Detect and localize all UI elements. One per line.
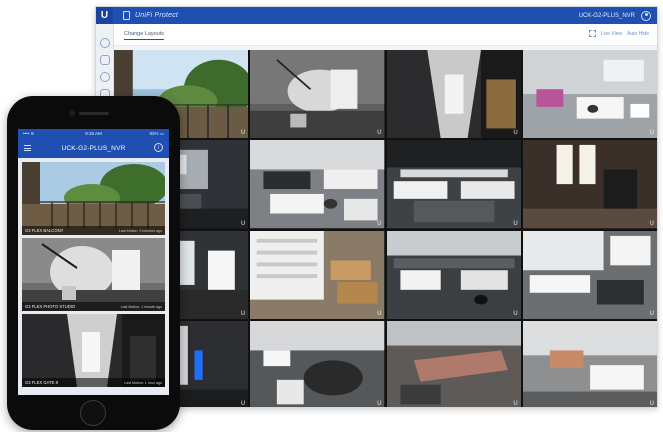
camera-mark: U [240, 310, 246, 317]
camera-mark: U [513, 220, 518, 227]
camera-feed[interactable]: U [386, 320, 521, 407]
last-motion: Last Motion: 1 hour ago [124, 380, 162, 385]
mobile-phone: •••• ≋ 9:16 AM 82% ▭ UCK-G2-PLUS_NVR i G… [7, 96, 180, 430]
status-bar: •••• ≋ 9:16 AM 82% ▭ [18, 129, 169, 138]
dashboard-icon[interactable] [100, 38, 110, 48]
fullscreen-icon[interactable] [588, 30, 596, 37]
last-motion: Last Motion: 3 minutes ago [118, 228, 162, 233]
camera-feed[interactable]: U [386, 140, 521, 229]
camera-preview [22, 238, 165, 311]
camera-feed[interactable]: U [250, 50, 385, 139]
camera-mark: U [649, 310, 654, 317]
camera-mark: U [377, 220, 382, 227]
camera-mark: U [377, 130, 382, 137]
camera-name: G3 FLEX GATE 8 [25, 380, 58, 385]
camera-caption: G3 FLEX PHOTO STUDIO Last Motion: 1 minu… [22, 302, 165, 311]
camera-mark: U [513, 130, 518, 137]
camera-icon[interactable] [100, 55, 110, 65]
info-icon[interactable]: i [154, 143, 163, 152]
phone-screen: •••• ≋ 9:16 AM 82% ▭ UCK-G2-PLUS_NVR i G… [18, 129, 169, 395]
camera-card[interactable]: G3 FLEX BALCONY Last Motion: 3 minutes a… [22, 162, 165, 235]
unifi-logo[interactable]: U [96, 7, 113, 24]
camera-caption: G3 FLEX GATE 8 Last Motion: 1 hour ago [22, 378, 165, 387]
app-title: UniFi Protect [135, 12, 179, 19]
camera-preview [22, 314, 165, 387]
app-header: UCK-G2-PLUS_NVR i [18, 138, 169, 158]
camera-card[interactable]: G3 FLEX GATE 8 Last Motion: 1 hour ago [22, 314, 165, 387]
camera-mark: U [240, 130, 246, 137]
camera-feed[interactable]: U [250, 320, 385, 407]
camera-feed[interactable]: U [522, 320, 657, 407]
camera-feed[interactable]: U [250, 140, 385, 229]
camera-grid: U U U U U U U U U U U U U U U U [114, 50, 657, 407]
camera-feed[interactable]: U [386, 230, 521, 319]
last-motion: Last Motion: 1 minute ago [120, 304, 162, 309]
earpiece-speaker [79, 112, 109, 115]
app-title: UCK-G2-PLUS_NVR [61, 144, 126, 152]
nvr-name-label[interactable]: UCK-G2-PLUS_NVR [579, 13, 635, 19]
camera-mark: U [513, 401, 518, 407]
camera-mark: U [649, 130, 654, 137]
camera-preview [22, 162, 165, 235]
live-view-icon[interactable] [100, 72, 110, 82]
camera-name: G3 FLEX PHOTO STUDIO [25, 304, 76, 309]
camera-feed[interactable]: U [250, 230, 385, 319]
camera-mark: U [649, 401, 654, 407]
camera-mark: U [240, 401, 246, 407]
camera-card[interactable]: G3 FLEX PHOTO STUDIO Last Motion: 1 minu… [22, 238, 165, 311]
camera-mark: U [240, 220, 246, 227]
change-layouts-tab[interactable]: Change Layouts [124, 31, 165, 40]
camera-feed[interactable]: U [386, 50, 521, 139]
camera-mark: U [377, 310, 382, 317]
top-navigation-bar: U UniFi Protect UCK-G2-PLUS_NVR [96, 7, 657, 24]
camera-name: G3 FLEX BALCONY [25, 228, 64, 233]
camera-feed[interactable]: U [522, 140, 657, 229]
auto-hide-link[interactable]: Auto Hide [627, 31, 649, 37]
live-view-link[interactable]: Live View [601, 31, 622, 37]
home-button[interactable] [80, 400, 106, 426]
user-avatar-icon[interactable] [641, 10, 651, 21]
menu-icon[interactable] [24, 145, 31, 151]
camera-mark: U [513, 310, 518, 317]
camera-feed[interactable]: U [522, 230, 657, 319]
camera-mark: U [649, 220, 654, 227]
camera-feed[interactable]: U [522, 50, 657, 139]
camera-caption: G3 FLEX BALCONY Last Motion: 3 minutes a… [22, 226, 165, 235]
status-time: 9:16 AM [85, 131, 102, 136]
camera-mark: U [377, 401, 382, 407]
toolbar: Change Layouts Live View Auto Hide [114, 24, 657, 46]
lock-icon [123, 11, 130, 20]
front-camera [69, 110, 75, 116]
